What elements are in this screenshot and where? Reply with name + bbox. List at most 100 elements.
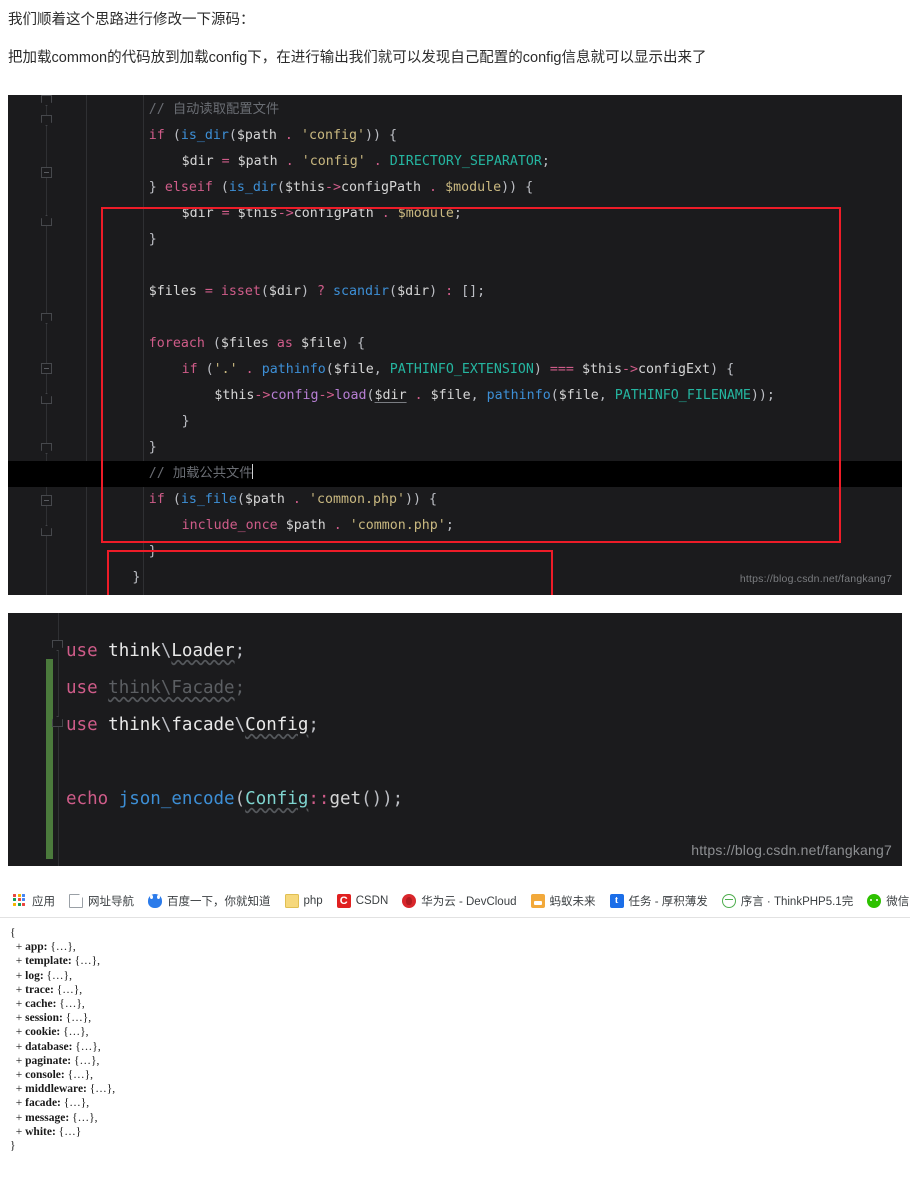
code-token: 'config' — [300, 128, 365, 143]
code-token: is_dir — [228, 180, 277, 195]
json-key-row[interactable]: + template: {…}, — [10, 954, 910, 968]
expander-toggle[interactable]: + — [16, 1069, 23, 1081]
json-close-brace: } — [10, 1140, 16, 1153]
json-collapsed-value[interactable]: {…}, — [90, 1083, 115, 1095]
expander-toggle[interactable]: + — [16, 1012, 23, 1024]
code-token: []; — [453, 284, 486, 299]
code-token: . — [237, 362, 262, 377]
bookmark-item[interactable]: C CSDN — [330, 891, 396, 911]
bookmark-item[interactable]: php — [278, 891, 330, 911]
code-line[interactable]: foreach ($files as $file) { — [8, 331, 902, 357]
code-line[interactable]: $this->config->load($dir . $file, pathin… — [8, 383, 902, 409]
code-token: $dir — [397, 284, 430, 299]
json-key-row[interactable]: + app: {…}, — [10, 940, 910, 954]
bookmark-item[interactable]: 应用 — [6, 890, 62, 912]
json-collapsed-value[interactable]: {…} — [59, 1126, 82, 1138]
code-line[interactable]: $files = isset($dir) ? scandir($dir) : [… — [8, 279, 902, 305]
code-token: ( — [234, 789, 246, 809]
code-line[interactable]: } — [8, 539, 902, 565]
expander-toggle[interactable]: + — [16, 1026, 23, 1038]
json-collapsed-value[interactable]: {…}, — [75, 955, 100, 967]
code-token: = — [213, 206, 238, 221]
code-token: get — [329, 789, 362, 809]
json-collapsed-value[interactable]: {…}, — [68, 1069, 93, 1081]
bookmark-item[interactable]: 网址导航 — [62, 890, 141, 912]
json-collapsed-value[interactable]: {…}, — [72, 1112, 97, 1124]
json-key-row[interactable]: + cache: {…}, — [10, 997, 910, 1011]
bookmark-item[interactable]: 序言 · ThinkPHP5.1完 — [715, 890, 860, 912]
expander-toggle[interactable]: + — [16, 1083, 23, 1095]
expander-toggle[interactable]: + — [16, 1126, 23, 1138]
json-key-row[interactable]: + database: {…}, — [10, 1040, 910, 1054]
code-line[interactable]: // 自动读取配置文件 — [8, 97, 902, 123]
code-line[interactable]: } — [8, 227, 902, 253]
code-line[interactable]: if (is_file($path . 'common.php')) { — [8, 487, 902, 513]
expander-toggle[interactable]: + — [16, 1055, 23, 1067]
code-line[interactable]: use think\Loader; — [8, 633, 902, 670]
code-token: elseif — [164, 180, 213, 195]
json-key: console: — [25, 1069, 65, 1082]
json-collapsed-value[interactable]: {…}, — [50, 941, 75, 953]
json-key-row[interactable]: + cookie: {…}, — [10, 1025, 910, 1039]
expander-toggle[interactable]: + — [16, 970, 23, 982]
json-key-row[interactable]: + middleware: {…}, — [10, 1082, 910, 1096]
bookmark-item[interactable]: 微信公众平台 — [860, 890, 910, 912]
code-token: echo — [66, 789, 109, 809]
json-collapsed-value[interactable]: {…}, — [59, 998, 84, 1010]
expander-toggle[interactable]: + — [16, 1041, 23, 1053]
code-token: )) { — [365, 128, 398, 143]
expander-toggle[interactable]: + — [16, 1112, 23, 1124]
code-token: . — [284, 492, 309, 507]
code-line[interactable]: if (is_dir($path . 'config')) { — [8, 123, 902, 149]
code-line[interactable]: } — [8, 409, 902, 435]
json-key-row[interactable]: + trace: {…}, — [10, 983, 910, 997]
json-key: middleware: — [25, 1083, 87, 1096]
expander-toggle[interactable]: + — [16, 984, 23, 996]
json-collapsed-value[interactable]: {…}, — [57, 984, 82, 996]
pma-icon — [530, 893, 545, 908]
json-key-row[interactable]: + console: {…}, — [10, 1068, 910, 1082]
bookmark-label: 百度一下，你就知道 — [167, 895, 271, 908]
bookmark-item[interactable]: t 任务 - 厚积薄发 — [603, 890, 715, 912]
code-line[interactable]: echo json_encode(Config::get()); — [8, 781, 902, 818]
bookmark-item[interactable]: 蚂蚁未来 — [524, 890, 603, 912]
json-collapsed-value[interactable]: {…}, — [74, 1055, 99, 1067]
code-token: $path — [237, 154, 278, 169]
expander-toggle[interactable]: + — [16, 1097, 23, 1109]
code-token: ( — [389, 284, 398, 299]
json-key-row[interactable]: + white: {…} — [10, 1125, 910, 1139]
json-collapsed-value[interactable]: {…}, — [47, 970, 72, 982]
json-collapsed-value[interactable]: {…}, — [63, 1026, 88, 1038]
code-token: scandir — [333, 284, 390, 299]
json-key-row[interactable]: + log: {…}, — [10, 969, 910, 983]
code-token: -> — [254, 388, 271, 403]
code-line[interactable] — [8, 744, 902, 781]
code-line[interactable] — [8, 305, 902, 331]
json-collapsed-value[interactable]: {…}, — [64, 1097, 89, 1109]
expander-toggle[interactable]: + — [16, 998, 23, 1010]
json-collapsed-value[interactable]: {…}, — [75, 1041, 100, 1053]
bookmark-item[interactable]: 华为云 - DevCloud — [395, 890, 523, 912]
code-line[interactable]: use think\facade\Config; — [8, 707, 902, 744]
code-line[interactable]: $dir = $this->configPath . $module; — [8, 201, 902, 227]
code-token: ( — [325, 362, 334, 377]
watermark: https://blog.csdn.net/fangkang7 — [739, 573, 892, 585]
paragraph-1: 我们顺着这个思路进行修改一下源码： — [8, 12, 255, 28]
code-line[interactable]: } — [8, 435, 902, 461]
code-line[interactable] — [8, 253, 902, 279]
code-line[interactable]: } elseif (is_dir($this->configPath . $mo… — [8, 175, 902, 201]
json-key-row[interactable]: + message: {…}, — [10, 1111, 910, 1125]
json-key-row[interactable]: + session: {…}, — [10, 1011, 910, 1025]
json-key-row[interactable]: + paginate: {…}, — [10, 1054, 910, 1068]
code-line[interactable]: $dir = $path . 'config' . DIRECTORY_SEPA… — [8, 149, 902, 175]
expander-toggle[interactable]: + — [16, 941, 23, 953]
code-line[interactable]: use think\Facade; — [8, 670, 902, 707]
code-line[interactable]: if ('.' . pathinfo($file, PATHINFO_EXTEN… — [8, 357, 902, 383]
expander-toggle[interactable]: + — [16, 955, 23, 967]
bookmark-item[interactable]: 百度一下，你就知道 — [141, 890, 278, 912]
code-line[interactable]: include_once $path . 'common.php'; — [8, 513, 902, 539]
json-collapsed-value[interactable]: {…}, — [66, 1012, 91, 1024]
json-key-row[interactable]: + facade: {…}, — [10, 1096, 910, 1110]
code-line[interactable]: // 加载公共文件 — [8, 461, 902, 487]
